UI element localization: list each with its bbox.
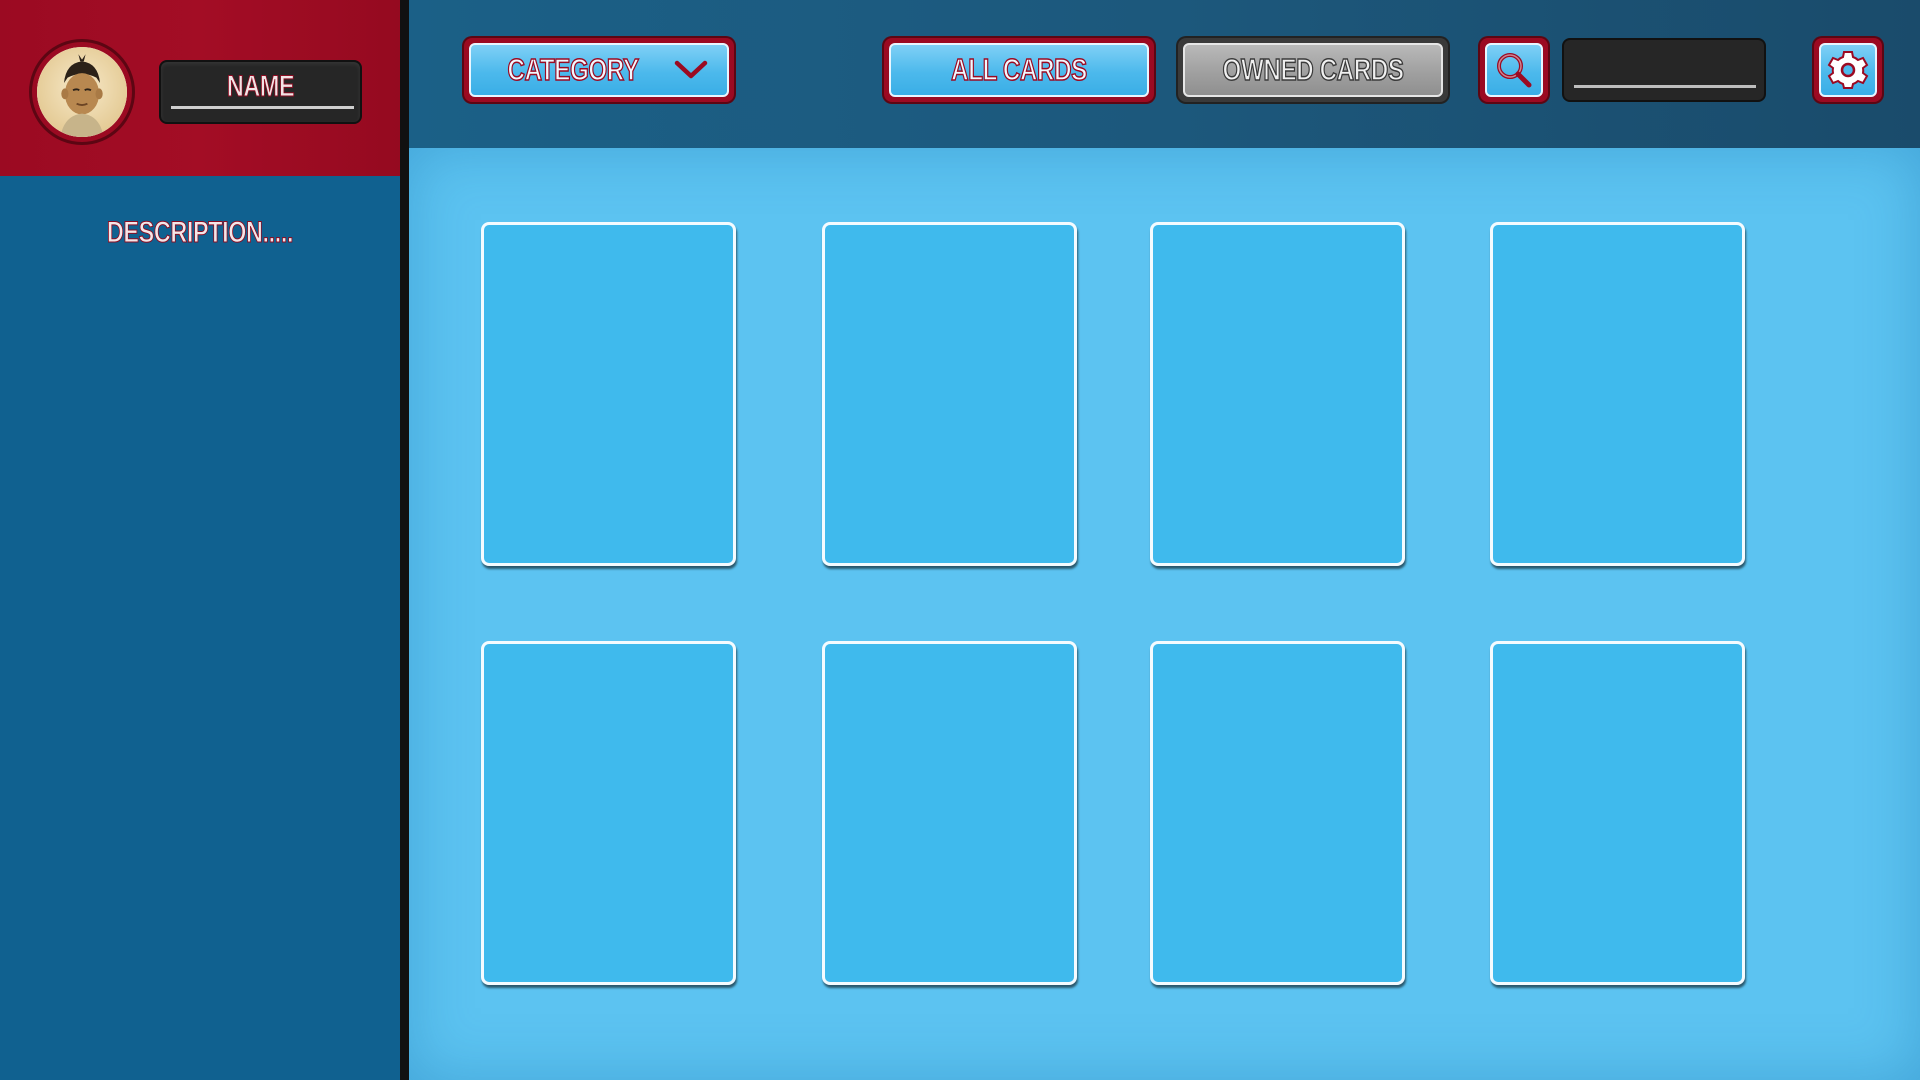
chevron-down-icon [674,60,708,79]
sidebar-divider [400,0,409,1080]
card-slot[interactable] [1150,222,1405,566]
avatar[interactable] [32,42,132,142]
card-slot[interactable] [1150,641,1405,985]
all-cards-label: ALL CARDS [951,51,1088,88]
search-icon [1497,53,1532,88]
gear-icon [1827,51,1869,89]
tab-owned-cards[interactable]: OWNED CARDS [1178,38,1448,102]
card-slot[interactable] [822,222,1077,566]
card-slot[interactable] [822,641,1077,985]
card-slot[interactable] [1490,641,1745,985]
name-field[interactable]: NAME [159,60,362,124]
avatar-portrait-icon [37,47,127,137]
search-input-box[interactable] [1562,38,1766,102]
search-button[interactable] [1480,38,1548,102]
category-dropdown[interactable]: CATEGORY [464,38,734,102]
search-input[interactable] [1572,48,1756,88]
owned-cards-label: OWNED CARDS [1222,51,1405,88]
card-slot[interactable] [481,641,736,985]
card-slot[interactable] [481,222,736,566]
card-grid-panel [409,148,1920,1080]
tab-all-cards[interactable]: ALL CARDS [884,38,1154,102]
category-label: CATEGORY [507,51,640,88]
player-description: DESCRIPTION..... [106,216,294,250]
name-underline [171,106,354,109]
profile-sidebar: NAME DESCRIPTION..... [0,0,400,1080]
player-name: NAME [226,70,295,104]
card-collection-screen: NAME DESCRIPTION..... CATEGORY ALL CARDS… [0,0,1920,1080]
search-underline [1574,85,1756,88]
card-slot[interactable] [1490,222,1745,566]
settings-button[interactable] [1814,38,1882,102]
profile-header: NAME [0,0,400,176]
